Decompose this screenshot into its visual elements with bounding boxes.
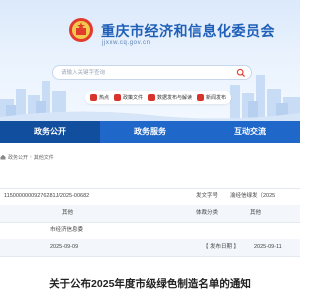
divider	[0, 256, 300, 257]
topic-value: 其他	[62, 210, 74, 216]
megaphone-icon	[197, 94, 205, 101]
tab-interaction[interactable]: 互动交流	[200, 121, 300, 143]
breadcrumb: 政务公开 › 其他文件	[0, 152, 54, 162]
quick-link-policy-documents[interactable]: 政策文件	[114, 94, 143, 101]
quick-link-label: 新闻发布	[206, 95, 227, 101]
document-icon	[114, 94, 122, 101]
body-category-value: 其他	[250, 210, 262, 216]
publish-date-value: 2025-09-11	[254, 244, 282, 250]
search-icon[interactable]	[236, 68, 246, 78]
index-number-value: 11500000009276281J/2025-00682	[4, 193, 90, 199]
breadcrumb-separator: ›	[30, 154, 32, 160]
meta-row-topic: 其他 体裁分类 其他	[0, 205, 300, 222]
quick-link-label: 政策文件	[123, 95, 144, 101]
quick-link-news-release[interactable]: 新闻发布	[197, 94, 226, 101]
quick-link-label: 数据发布与解读	[157, 95, 193, 101]
home-icon	[0, 154, 6, 160]
breadcrumb-item[interactable]: 其他文件	[34, 154, 54, 161]
body-category-label: 体裁分类	[196, 210, 219, 216]
search-box	[52, 65, 252, 80]
publish-date-label: 【 发布日期 】	[203, 244, 240, 250]
meta-row-issuer: 市经济信息委	[0, 222, 300, 239]
issuing-number-label: 发文字号	[196, 193, 219, 199]
government-emblem-logo	[69, 18, 93, 42]
document-title: 关于公布2025年度市级绿色制造名单的通知	[49, 278, 251, 290]
issuing-number-value: 渝经信绿发〔2025	[230, 193, 276, 199]
site-title[interactable]: 重庆市经济和信息化委员会	[101, 21, 275, 41]
breadcrumb-item[interactable]: 政务公开	[8, 154, 28, 161]
main-navigation: 政务公开 政务服务 互动交流	[0, 121, 300, 143]
quick-links-bar: 热点 政策文件 数据发布与解读 新闻发布	[85, 91, 232, 104]
issuer-value: 市经济信息委	[50, 227, 84, 233]
meta-row-dates: 2025-09-09 【 发布日期 】 2025-09-11	[0, 239, 300, 256]
quick-link-hot[interactable]: 热点	[90, 94, 109, 101]
quick-link-data-release[interactable]: 数据发布与解读	[148, 94, 192, 101]
site-domain: jjxxw.cq.gov.cn	[102, 40, 151, 46]
tab-government-affairs-disclosure[interactable]: 政务公开	[0, 121, 100, 143]
site-header: 重庆市经济和信息化委员会 jjxxw.cq.gov.cn 热点 政策文件 数据发…	[0, 0, 300, 121]
chart-icon	[148, 94, 156, 101]
written-date-value: 2025-09-09	[50, 244, 79, 250]
quick-link-label: 热点	[99, 95, 110, 101]
search-input[interactable]	[61, 67, 231, 79]
meta-row-index: 11500000009276281J/2025-00682 发文字号 渝经信绿发…	[0, 188, 300, 205]
tab-government-services[interactable]: 政务服务	[100, 121, 200, 143]
hot-icon	[90, 94, 97, 101]
